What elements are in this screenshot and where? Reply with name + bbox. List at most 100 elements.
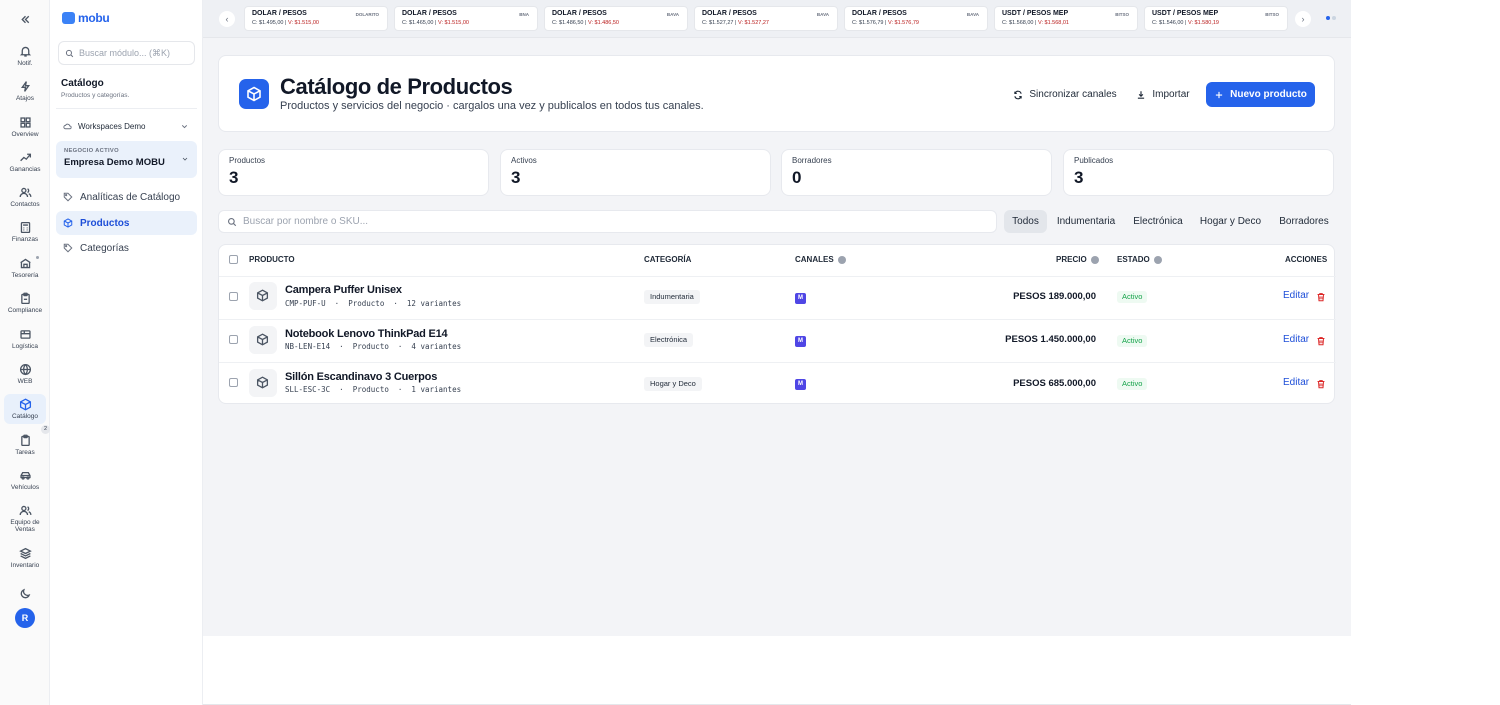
column-header-category[interactable]: CATEGORÍA [644,255,691,264]
theme-toggle[interactable] [0,587,50,602]
filter-indumentaria[interactable]: Indumentaria [1052,210,1120,233]
module-title: Catálogo [61,78,104,89]
ticker-pair: USDT / PESOS MEP [1002,10,1069,17]
trash-icon[interactable] [1316,292,1326,302]
filter-borradores[interactable]: Borradores [1273,210,1335,233]
column-header-actions: ACCIONES [1285,255,1328,264]
rail-item-overview[interactable]: Overview [0,116,50,138]
rail-item-atajos[interactable]: Atajos [0,80,50,102]
rail-item-ganancias[interactable]: Ganancias [0,151,50,173]
stat-label: Publicados [1074,156,1114,165]
main-content: ‹ DOLAR / PESOS DOLARITO C: $1.495,00 | … [203,0,1351,636]
avatar[interactable]: R [15,608,35,628]
ticker-pair: DOLAR / PESOS [852,10,907,17]
ticker-source: BNA [519,12,529,17]
edit-link[interactable]: Editar [1283,334,1309,345]
ticker-sell: V: $1.580,19 [1188,20,1219,26]
ticker-buy: C: $1.568,00 [1002,20,1034,26]
rail-item-logistica[interactable]: Logística [0,328,50,350]
exchange-ticker: ‹ DOLAR / PESOS DOLARITO C: $1.495,00 | … [203,0,1351,38]
module-search-input[interactable]: Buscar módulo... (⌘K) [58,41,195,65]
column-header-product[interactable]: PRODUCTO [249,255,295,264]
ticker-buy: C: $1.495,00 [252,20,284,26]
product-name[interactable]: Sillón Escandinavo 3 Cuerpos [285,371,437,383]
stat-label: Productos [229,156,266,165]
app-window: Notif. Atajos Overview Ganancias Contact… [0,0,1500,705]
product-thumbnail [249,326,277,354]
chevron-down-icon [181,125,188,129]
filter-electronica[interactable]: Electrónica [1127,210,1189,233]
nav-productos[interactable]: Productos [56,211,197,235]
ticker-pair: DOLAR / PESOS [552,10,607,17]
filter-hogar-deco[interactable]: Hogar y Deco [1195,210,1266,233]
ticker-card: DOLAR / PESOS BNA C: $1.465,00 | V: $1.5… [394,6,538,31]
nav-categorias[interactable]: Categorías [56,236,197,260]
ticker-prices: C: $1.486,50 | V: $1.486,50 [552,20,619,26]
row-checkbox[interactable] [229,292,238,301]
rail-label: Tesorería [11,272,39,279]
rail-item-tareas[interactable]: Tareas [0,434,50,456]
car-icon [19,472,31,480]
column-header-status[interactable]: ESTADO [1117,255,1162,264]
ticker-card: USDT / PESOS MEP BITSO C: $1.568,00 | V:… [994,6,1138,31]
product-price: PESOS 1.450.000,00 [1005,334,1096,345]
ticker-prev-button[interactable]: ‹ [219,11,235,27]
column-header-channels[interactable]: CANALES [795,255,846,264]
trending-up-icon [19,153,31,162]
rail-item-web[interactable]: WEB [0,363,50,385]
edit-link[interactable]: Editar [1283,377,1309,388]
column-header-price[interactable]: PRECIO [1056,255,1099,264]
ticker-source: BAVA [666,12,679,17]
row-checkbox[interactable] [229,335,238,344]
new-product-button[interactable]: Nuevo producto [1206,82,1315,107]
collapse-rail-button[interactable] [0,13,50,28]
rail-item-equipo-ventas[interactable]: Equipo de Ventas [0,504,50,534]
rail-label: Equipo de Ventas [10,519,40,534]
nav-analiticas[interactable]: Analíticas de Catálogo [56,185,197,209]
workspace-name: Workspaces Demo [78,121,146,131]
stat-label: Activos [511,156,537,165]
rail-item-notif[interactable]: Notif. [0,45,50,67]
brand-logo[interactable]: mobu [62,10,110,26]
ticker-card: DOLAR / PESOS BAVA C: $1.486,50 | V: $1.… [544,6,688,31]
product-name[interactable]: Campera Puffer Unisex [285,284,402,296]
product-search-input[interactable]: Buscar por nombre o SKU... [218,210,997,233]
sync-channels-button[interactable]: Sincronizar canales [1011,82,1119,107]
rail-item-vehiculos[interactable]: Vehículos [0,469,50,491]
rail-label: Logística [11,343,39,350]
channels-header-label: CANALES [795,255,834,264]
business-selector[interactable]: NEGOCIO ACTIVO Empresa Demo MOBU [56,141,197,178]
ticker-card: DOLAR / PESOS BAVA C: $1.527,27 | V: $1.… [694,6,838,31]
rail-item-finanzas[interactable]: Finanzas [0,221,50,243]
edit-link[interactable]: Editar [1283,290,1309,301]
select-all-checkbox[interactable] [229,255,238,264]
rail-item-compliance[interactable]: Compliance [0,292,50,314]
product-name[interactable]: Notebook Lenovo ThinkPad E14 [285,328,448,340]
nav-label: Analíticas de Catálogo [80,191,181,203]
divider [219,319,1336,320]
tag-icon [63,243,73,253]
trash-icon[interactable] [1316,336,1326,346]
channel-icon: M [795,379,806,390]
rail-label: Vehículos [10,484,40,491]
users-icon [19,187,31,198]
status-badge: Activo [1117,335,1148,347]
page-title: Catálogo de Productos [280,74,513,99]
workspace-selector[interactable]: Workspaces Demo [56,116,197,136]
filter-todos[interactable]: Todos [1004,210,1047,233]
rail-item-contactos[interactable]: Contactos [0,186,50,208]
category-chip: Indumentaria [644,290,700,304]
row-checkbox[interactable] [229,378,238,387]
moon-icon [20,588,30,599]
category-chip: Electrónica [644,333,694,347]
module-sidebar: mobu Buscar módulo... (⌘K) Catálogo Prod… [50,0,203,705]
import-button[interactable]: Importar [1131,82,1195,107]
box-icon [256,289,269,302]
rail-item-tesoreria[interactable]: Tesorería [0,257,50,279]
ticker-next-button[interactable]: › [1295,11,1311,27]
rail-item-inventario[interactable]: Inventario [0,547,50,569]
rail-item-catalogo[interactable]: Catálogo [4,394,46,425]
page-header: Catálogo de Productos Productos y servic… [218,55,1335,132]
stat-label: Borradores [792,156,832,165]
trash-icon[interactable] [1316,379,1326,389]
